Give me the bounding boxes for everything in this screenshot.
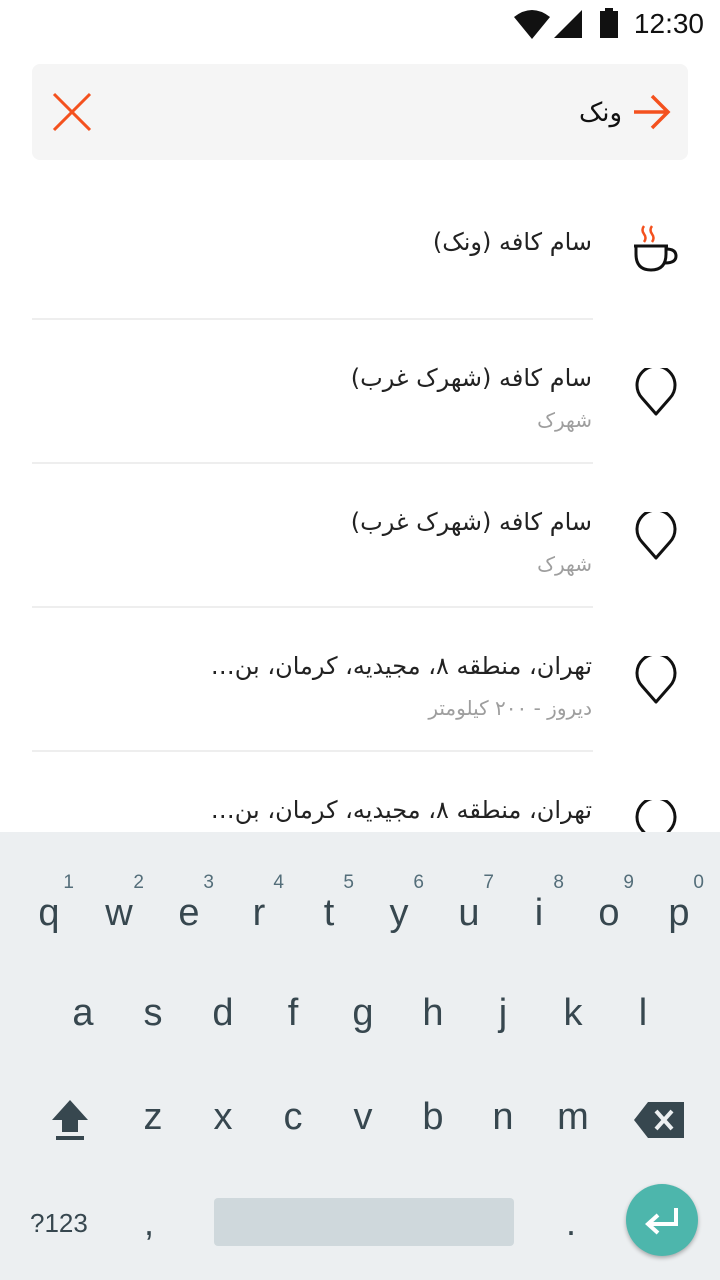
key-w[interactable]: w2 <box>84 832 154 934</box>
key-r[interactable]: r4 <box>224 832 294 934</box>
shift-key[interactable] <box>50 1098 90 1146</box>
submit-search-button[interactable] <box>632 92 672 132</box>
result-item-address-2[interactable]: تهران، منطقه ۸، مجیدیه، کرمان، بن… <box>0 752 720 832</box>
coffee-cup-icon <box>634 225 678 272</box>
result-item-cafe-shahrak-1[interactable]: سام کافه (شهرک غرب) شهرک <box>0 320 720 464</box>
key-d[interactable]: d <box>188 958 258 1058</box>
result-title: سام کافه (ونک) <box>432 228 592 256</box>
key-g[interactable]: g <box>328 958 398 1058</box>
status-time: 12:30 <box>633 8 704 39</box>
key-j[interactable]: j <box>468 958 538 1058</box>
comma-key[interactable]: , <box>144 1202 154 1244</box>
key-k[interactable]: k <box>538 958 608 1058</box>
map-pin-icon <box>635 800 677 832</box>
map-pin-icon <box>635 512 677 560</box>
result-item-address-1[interactable]: تهران، منطقه ۸، مجیدیه، کرمان، بن… دیروز… <box>0 608 720 752</box>
search-input[interactable] <box>140 84 624 142</box>
key-x[interactable]: x <box>188 1062 258 1162</box>
clear-search-button[interactable] <box>50 90 94 134</box>
result-subtitle: دیروز - ۲۰۰ کیلومتر <box>428 696 592 720</box>
space-bar[interactable] <box>214 1198 514 1246</box>
key-y[interactable]: y6 <box>364 832 434 934</box>
key-o[interactable]: o9 <box>574 832 644 934</box>
search-results-list: سام کافه (ونک) سام کافه (شهرک غرب) شهرک … <box>0 176 720 832</box>
wifi-icon <box>514 10 550 39</box>
key-z[interactable]: z <box>118 1062 188 1162</box>
key-i[interactable]: i8 <box>504 832 574 934</box>
result-subtitle: شهرک <box>537 552 592 576</box>
result-item-cafe-shahrak-2[interactable]: سام کافه (شهرک غرب) شهرک <box>0 464 720 608</box>
enter-key[interactable] <box>626 1184 698 1256</box>
key-p[interactable]: p0 <box>644 832 714 934</box>
key-v[interactable]: v <box>328 1062 398 1162</box>
enter-arrow-icon <box>645 1208 678 1235</box>
key-q[interactable]: q1 <box>14 832 84 934</box>
map-pin-icon <box>635 368 677 416</box>
backspace-key[interactable] <box>634 1102 684 1142</box>
key-b[interactable]: b <box>398 1062 468 1162</box>
result-title: تهران، منطقه ۸، مجیدیه، کرمان، بن… <box>210 796 592 824</box>
key-f[interactable]: f <box>258 958 328 1058</box>
key-s[interactable]: s <box>118 958 188 1058</box>
shift-arrow-icon <box>52 1100 88 1140</box>
result-title: سام کافه (شهرک غرب) <box>350 364 592 392</box>
status-bar: 12:30 <box>0 0 720 48</box>
result-item-cafe-vanak[interactable]: سام کافه (ونک) <box>0 176 720 320</box>
signal-icon <box>554 10 582 38</box>
result-title: تهران، منطقه ۸، مجیدیه، کرمان، بن… <box>210 652 592 680</box>
key-h[interactable]: h <box>398 958 468 1058</box>
result-subtitle: شهرک <box>537 408 592 432</box>
result-title: سام کافه (شهرک غرب) <box>350 508 592 536</box>
symbols-key[interactable]: ?123 <box>30 1208 88 1239</box>
period-key[interactable]: . <box>566 1202 576 1244</box>
search-bar <box>32 64 688 160</box>
key-n[interactable]: n <box>468 1062 538 1162</box>
key-c[interactable]: c <box>258 1062 328 1162</box>
key-u[interactable]: u7 <box>434 832 504 934</box>
battery-icon <box>600 8 618 38</box>
key-a[interactable]: a <box>48 958 118 1058</box>
key-l[interactable]: l <box>608 958 678 1058</box>
arrow-right-icon <box>634 94 671 130</box>
on-screen-keyboard: q1 w2 e3 r4 t5 y6 u7 i8 o9 p0 a s d f g … <box>0 832 720 1280</box>
key-e[interactable]: e3 <box>154 832 224 934</box>
key-m[interactable]: m <box>538 1062 608 1162</box>
key-t[interactable]: t5 <box>294 832 364 934</box>
close-icon <box>52 92 92 132</box>
backspace-icon <box>634 1102 684 1138</box>
map-pin-icon <box>635 656 677 704</box>
